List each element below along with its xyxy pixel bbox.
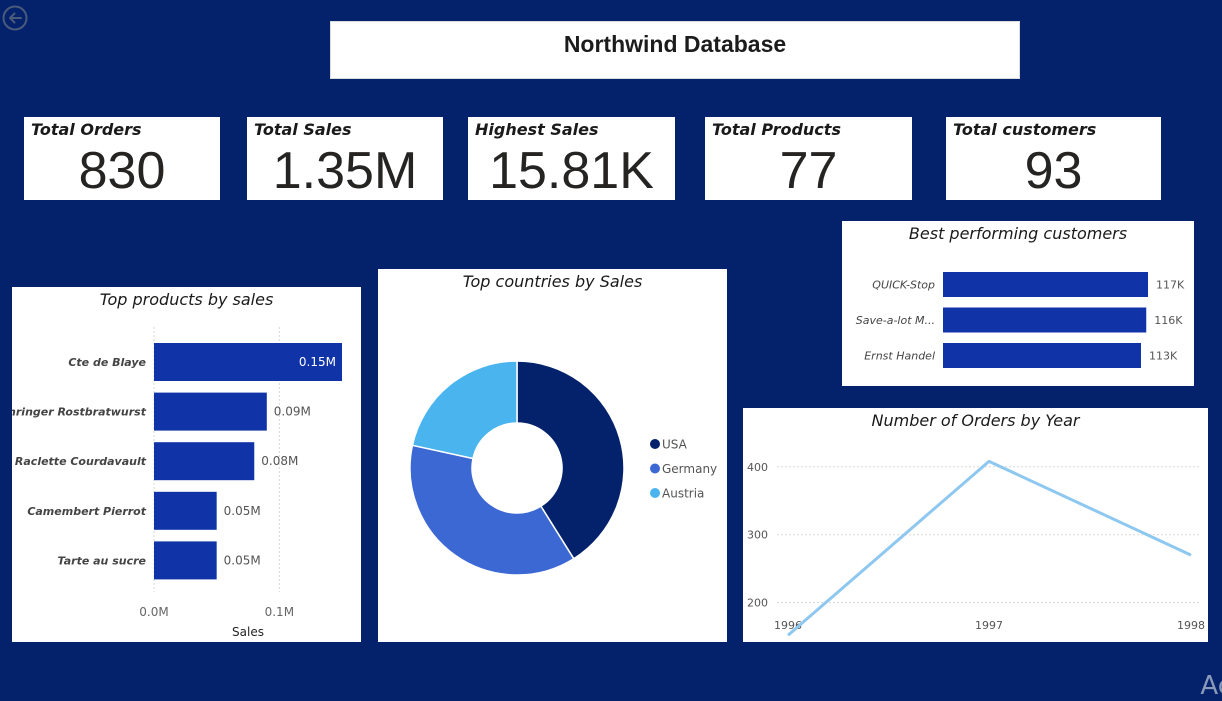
page-title: Northwind Database [563,31,787,57]
data-label: 113K [1149,350,1178,363]
x-tick-label: 0.0M [139,605,168,619]
kpi-card-total-orders: Total Orders 830 [24,117,220,200]
data-label: 116K [1154,314,1183,327]
best-customers-chart: QUICK-Stop Save-a-lot M... Ernst Handel 11… [856,272,1185,368]
best-customers-card: Best performing customers QUICK-Stop Save… [842,221,1194,386]
orders-by-year-chart: 200300400 1996 1997 1998 [747,459,1205,637]
kpi-value: 830 [78,142,166,200]
category-label: Camembert Pierrot [27,505,146,518]
data-label: 0.05M [224,553,261,567]
data-label: 0.15M [299,355,336,369]
bar[interactable] [154,491,217,530]
category-label: Raclette Courdavault [15,455,147,468]
category-label: Ernst Handel [864,350,935,363]
corner-watermark-text: Ac [1200,671,1222,701]
bar[interactable] [154,392,267,431]
legend-marker [650,439,660,449]
kpi-card-total-customers: Total customers 93 [946,117,1161,200]
back-arrow-icon [2,5,28,31]
top-countries-card: Top countries by Sales USA Germany Austria [378,269,727,642]
top-countries-chart: USA Germany Austria [409,360,717,576]
data-label: 117K [1156,279,1185,292]
legend-label[interactable]: Austria [662,487,704,501]
kpi-label: Highest Sales [475,120,599,139]
bar[interactable] [154,442,255,481]
legend-marker [650,463,660,474]
kpi-card-total-products: Total Products 77 [705,117,912,200]
y-tick-label: 300 [747,529,768,542]
bar[interactable] [943,272,1148,297]
kpi-card-total-sales: Total Sales 1.35M [247,117,443,200]
category-label: Thringer Rostbratwurst [12,406,147,419]
kpi-value: 15.81K [489,142,654,200]
x-tick-label: 0.1M [265,605,294,619]
kpi-label: Total Sales [254,120,352,139]
bar[interactable] [154,541,217,580]
kpi-value: 1.35M [272,142,418,200]
x-tick-label: 1998 [1177,619,1205,632]
legend-label[interactable]: USA [662,438,688,452]
legend-label[interactable]: Germany [662,462,717,476]
title-card: Northwind Database [330,21,1020,79]
kpi-card-highest-sales: Highest Sales 15.81K [468,117,675,200]
kpi-label: Total Products [712,120,841,139]
data-label: 0.05M [224,504,261,518]
data-label: 0.08M [261,454,298,468]
pie-slice-austria[interactable] [411,360,518,460]
legend-marker [650,488,660,498]
x-tick-label: 1997 [975,619,1003,632]
bar[interactable] [943,307,1147,333]
top-products-chart: Cte de Blaye Thringer Rostbratwurst Raclet… [12,327,342,639]
category-label: Cte de Blaye [68,356,146,369]
kpi-value: 77 [779,142,838,200]
orders-by-year-card: Number of Orders by Year 200 300 400 1996 1… [743,408,1208,642]
x-axis-title: Sales [232,625,264,639]
category-label: QUICK-Stop [872,279,935,292]
y-tick-label: 400 [747,461,768,474]
category-label: Save-a-lot M... [856,314,935,327]
kpi-label: Total Orders [31,120,142,139]
category-label: Tarte au sucre [58,554,147,567]
back-button[interactable] [2,5,28,31]
top-products-card: Top products by sales Cte de Blaye Thring… [12,287,361,642]
y-tick-label: 200 [747,597,768,610]
data-label: 0.09M [274,405,311,419]
bar[interactable] [943,343,1141,368]
kpi-value: 93 [1024,142,1083,200]
series-line[interactable] [787,459,1192,637]
kpi-label: Total customers [953,120,1097,139]
